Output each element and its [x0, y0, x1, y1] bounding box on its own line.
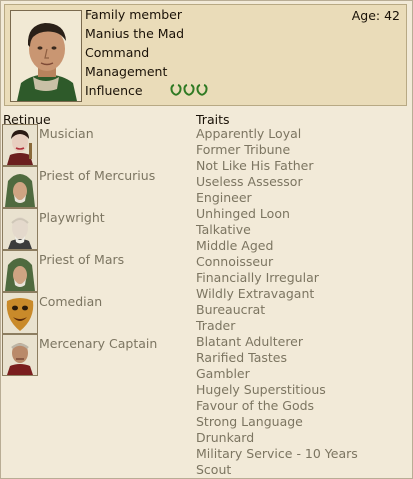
management-label: Management: [85, 64, 168, 79]
retinue-item-label: Priest of Mars: [39, 252, 125, 267]
trait-item[interactable]: Bureaucrat: [196, 302, 265, 318]
trait-item[interactable]: Military Service - 10 Years: [196, 446, 358, 462]
retinue-item-label: Priest of Mercurius: [39, 168, 156, 183]
trait-item[interactable]: Blatant Adulterer: [196, 334, 303, 350]
trait-item[interactable]: Not Like His Father: [196, 158, 313, 174]
retinue-item[interactable]: Playwright: [2, 208, 192, 250]
character-portrait-icon: [11, 11, 81, 101]
traits-title: Traits: [196, 112, 230, 127]
trait-item[interactable]: Hugely Superstitious: [196, 382, 326, 398]
trait-item[interactable]: Strong Language: [196, 414, 303, 430]
trait-item[interactable]: Financially Irregular: [196, 270, 319, 286]
laurel-icon: [196, 84, 208, 99]
trait-item[interactable]: Connoisseur: [196, 254, 273, 270]
retinue-item[interactable]: Priest of Mercurius: [2, 166, 192, 208]
playwright-portrait-icon: [2, 208, 38, 250]
retinue-item[interactable]: Priest of Mars: [2, 250, 192, 292]
trait-item[interactable]: Useless Assessor: [196, 174, 303, 190]
character-age: Age: 42: [351, 8, 400, 23]
retinue-item[interactable]: Mercenary Captain: [2, 334, 192, 376]
command-label: Command: [85, 45, 150, 60]
trait-item[interactable]: Middle Aged: [196, 238, 273, 254]
retinue-item[interactable]: Comedian: [2, 292, 192, 334]
character-name: Manius the Mad: [85, 26, 185, 41]
trait-item[interactable]: Trader: [196, 318, 235, 334]
trait-item[interactable]: Wildly Extravagant: [196, 286, 314, 302]
trait-item[interactable]: Engineer: [196, 190, 252, 206]
trait-item[interactable]: Scout: [196, 462, 231, 478]
trait-item[interactable]: Gambler: [196, 366, 250, 382]
comedian-mask-icon: [2, 292, 38, 334]
trait-item[interactable]: Favour of the Gods: [196, 398, 314, 414]
retinue-item-label: Musician: [39, 126, 94, 141]
character-portrait: [10, 10, 82, 102]
character-role: Family member: [85, 7, 183, 22]
trait-item[interactable]: Unhinged Loon: [196, 206, 290, 222]
influence-label: Influence: [85, 83, 143, 98]
laurel-icon: [183, 84, 195, 99]
priest-portrait-icon: [2, 250, 38, 292]
trait-item[interactable]: Former Tribune: [196, 142, 290, 158]
trait-item[interactable]: Talkative: [196, 222, 251, 238]
character-header: Family member Manius the Mad Command Man…: [4, 4, 407, 106]
influence-laurels: [170, 84, 209, 99]
captain-portrait-icon: [2, 334, 38, 376]
trait-item[interactable]: Apparently Loyal: [196, 126, 301, 142]
trait-item[interactable]: Drunkard: [196, 430, 254, 446]
retinue-item[interactable]: Musician: [2, 124, 192, 166]
retinue-item-label: Playwright: [39, 210, 105, 225]
laurel-icon: [170, 84, 182, 99]
musician-portrait-icon: [2, 124, 38, 166]
trait-item[interactable]: Rarified Tastes: [196, 350, 287, 366]
retinue-item-label: Mercenary Captain: [39, 336, 158, 351]
priest-portrait-icon: [2, 166, 38, 208]
retinue-item-label: Comedian: [39, 294, 103, 309]
